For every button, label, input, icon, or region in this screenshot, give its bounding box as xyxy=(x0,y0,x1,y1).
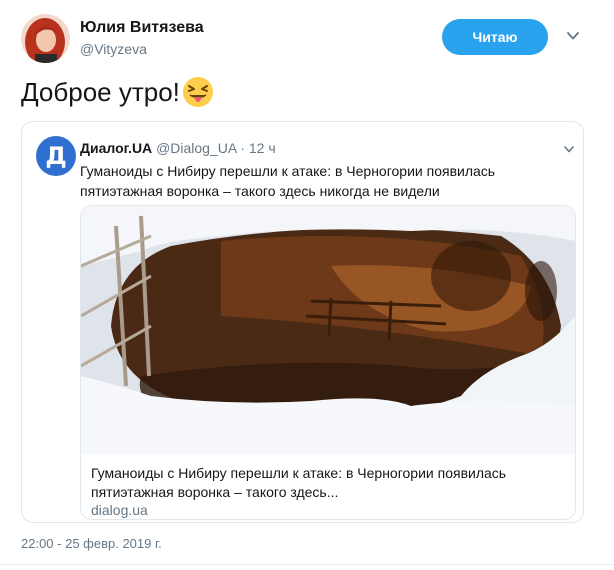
card-image[interactable] xyxy=(81,206,575,454)
quoted-avatar[interactable]: Д xyxy=(36,136,76,176)
tweet-timestamp[interactable]: 22:00 - 25 февр. 2019 г. xyxy=(21,536,162,551)
chevron-down-icon[interactable] xyxy=(566,29,580,43)
card-domain: dialog.ua xyxy=(91,502,148,518)
follow-button[interactable]: Читаю xyxy=(442,19,548,55)
card-title: Гуманоиды с Нибиру перешли к атаке: в Че… xyxy=(91,465,507,500)
tweet-text-content: Доброе утро! xyxy=(21,76,180,107)
squinting-tongue-emoji-icon xyxy=(182,76,214,108)
quoted-handle[interactable]: @Dialog_UA xyxy=(156,140,236,156)
quoted-time[interactable]: 12 ч xyxy=(249,140,276,156)
tweet-text: Доброе утро! xyxy=(21,76,214,108)
author-avatar[interactable] xyxy=(21,14,70,63)
quoted-header: Диалог.UA @Dialog_UA · 12 ч xyxy=(80,140,276,156)
quoted-separator: · xyxy=(240,140,245,156)
author-name[interactable]: Юлия Витязева xyxy=(80,19,204,37)
quoted-text: Гуманоиды с Нибиру перешли к атаке: в Че… xyxy=(80,163,496,199)
author-handle[interactable]: @Vityzeva xyxy=(80,41,147,57)
chevron-down-icon[interactable] xyxy=(563,142,575,154)
link-card[interactable]: Гуманоиды с Нибиру перешли к атаке: в Че… xyxy=(80,205,576,520)
divider xyxy=(0,564,614,565)
quoted-tweet[interactable]: Д Диалог.UA @Dialog_UA · 12 ч Гуманоиды … xyxy=(21,121,584,523)
quoted-avatar-letter: Д xyxy=(45,142,67,170)
follow-button-label: Читаю xyxy=(472,29,518,45)
quoted-name[interactable]: Диалог.UA xyxy=(80,140,152,156)
